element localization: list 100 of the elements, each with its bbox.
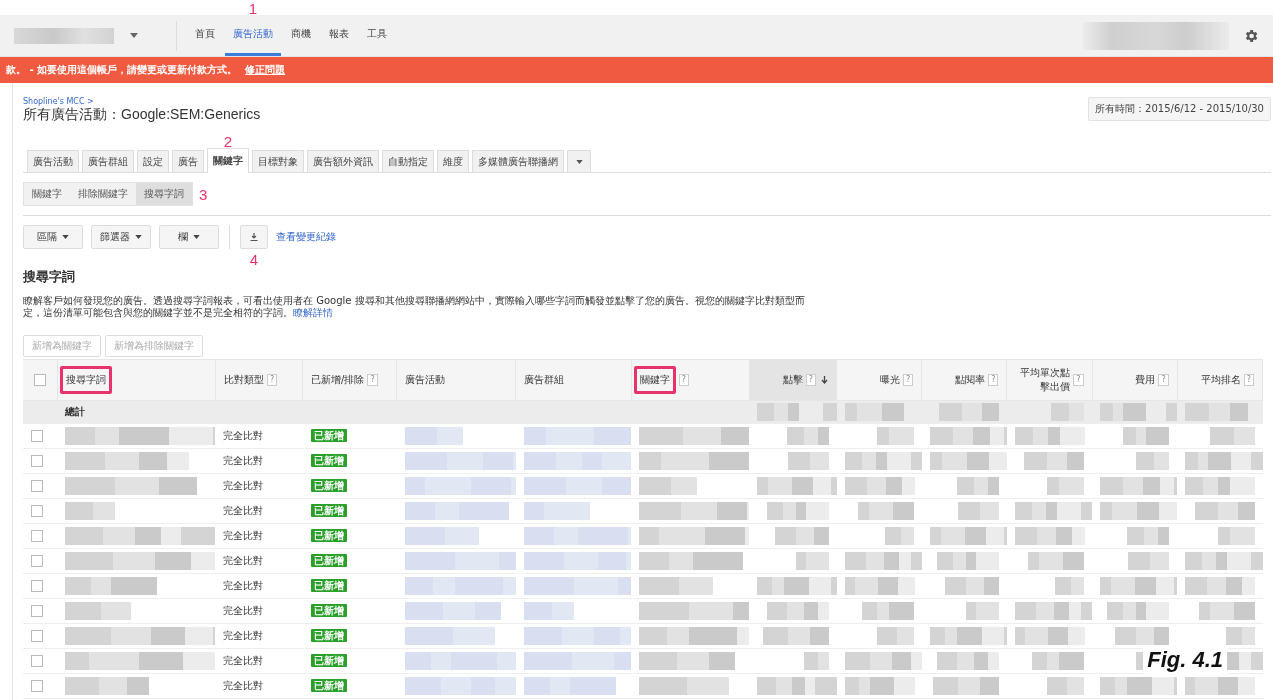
help-icon[interactable]: ? <box>266 374 278 386</box>
column-header[interactable]: 費用 <box>1135 373 1156 387</box>
blurred-text <box>1217 527 1255 545</box>
checkbox[interactable] <box>31 605 43 617</box>
blurred-text <box>1047 477 1085 495</box>
checkbox[interactable] <box>31 580 43 592</box>
sort-arrow-icon <box>821 376 829 384</box>
nav-tab[interactable]: 工具 <box>359 15 395 56</box>
help-icon[interactable]: ? <box>903 374 914 386</box>
checkbox[interactable] <box>31 480 43 492</box>
dropdown-button[interactable]: 欄 <box>159 225 219 249</box>
tab[interactable]: 目標對象 <box>252 150 304 172</box>
column-header[interactable]: 關鍵字 <box>633 366 676 394</box>
help-icon[interactable]: ? <box>805 374 817 386</box>
blurred-text <box>936 552 999 570</box>
match-type: 完全比對 <box>223 455 264 466</box>
caret-icon <box>130 33 138 38</box>
match-type: 完全比對 <box>223 680 264 691</box>
blurred-text <box>1115 627 1170 645</box>
status-badge: 已新增 <box>310 654 347 667</box>
checkbox[interactable] <box>31 505 43 517</box>
column-header[interactable]: 搜尋字詞 <box>59 366 112 394</box>
match-type: 完全比對 <box>223 430 264 441</box>
match-type: 完全比對 <box>223 505 264 516</box>
column-header[interactable]: 曝光 <box>880 373 900 387</box>
caret-icon <box>575 159 583 164</box>
download-button[interactable] <box>240 225 268 249</box>
blurred-text <box>1051 403 1085 421</box>
blurred-text <box>932 677 999 695</box>
tab[interactable]: 廣告群組 <box>82 150 134 172</box>
checkbox[interactable] <box>31 680 43 692</box>
blurred-text <box>523 602 574 620</box>
blurred-text <box>65 502 116 520</box>
match-type: 完全比對 <box>223 530 264 541</box>
figure-caption: Fig. 4.1 <box>1143 645 1227 675</box>
tab[interactable]: 維度 <box>437 150 469 172</box>
blurred-text <box>762 627 829 645</box>
blurred-text <box>1014 627 1085 645</box>
checkbox[interactable] <box>31 555 43 567</box>
blurred-text <box>1024 452 1085 470</box>
checkbox[interactable] <box>31 455 43 467</box>
nav-tab[interactable]: 首頁 <box>187 15 223 56</box>
help-icon[interactable]: ? <box>988 374 999 386</box>
learn-more-link[interactable]: 瞭解詳情 <box>293 307 333 318</box>
caret-icon <box>62 235 69 239</box>
blurred-text <box>795 552 829 570</box>
blurred-text <box>404 427 463 445</box>
checkbox[interactable] <box>31 530 43 542</box>
blurred-text <box>787 452 829 470</box>
subtab[interactable]: 搜尋字詞 <box>136 183 192 205</box>
help-icon[interactable]: ? <box>1073 374 1084 386</box>
column-header[interactable]: 點閱率 <box>955 373 986 387</box>
blurred-text <box>786 427 829 445</box>
help-icon[interactable]: ? <box>367 374 378 386</box>
match-type: 完全比對 <box>223 655 264 666</box>
column-header[interactable]: 廣告群組 <box>524 373 565 387</box>
checkbox[interactable] <box>31 430 43 442</box>
blurred-text <box>957 502 999 520</box>
blurred-text <box>1225 627 1255 645</box>
blurred-text <box>1128 552 1170 570</box>
blurred-text <box>857 502 914 520</box>
subtab[interactable]: 關鍵字 <box>24 183 70 205</box>
account-selector[interactable] <box>14 20 177 51</box>
blurred-text <box>965 602 999 620</box>
status-badge: 已新增 <box>310 629 347 642</box>
column-header[interactable]: 點擊 <box>782 373 803 387</box>
checkbox[interactable] <box>31 630 43 642</box>
more-tabs-button[interactable] <box>567 150 591 172</box>
column-header[interactable]: 平均排名 <box>1200 373 1241 387</box>
column-header[interactable]: 平均單次點擊出價 <box>1015 366 1071 394</box>
column-header[interactable]: 廣告活動 <box>405 373 446 387</box>
caret-icon <box>193 235 200 239</box>
tab[interactable]: 廣告活動 <box>27 150 79 172</box>
column-header[interactable]: 比對類型 <box>223 373 264 387</box>
tab[interactable]: 關鍵字 <box>207 148 249 173</box>
date-range-button[interactable]: 所有時間：2015/6/12 - 2015/10/30 <box>1088 97 1271 121</box>
tab[interactable]: 廣告 <box>172 150 204 172</box>
blurred-text <box>1014 427 1085 445</box>
subtab[interactable]: 排除關鍵字 <box>70 183 136 205</box>
change-history-link[interactable]: 查看變更紀錄 <box>276 230 336 244</box>
help-icon[interactable]: ? <box>1243 374 1254 386</box>
dropdown-button[interactable]: 篩選器 <box>91 225 151 249</box>
settings-icon[interactable] <box>1243 27 1259 44</box>
tab[interactable]: 自動指定 <box>382 150 434 172</box>
blurred-text <box>766 602 829 620</box>
column-header[interactable]: 已新增/排除 <box>311 373 365 387</box>
dropdown-button[interactable]: 區隔 <box>23 225 83 249</box>
help-icon[interactable]: ? <box>1158 374 1169 386</box>
checkbox[interactable] <box>31 655 43 667</box>
status-badge: 已新增 <box>310 679 347 692</box>
tab[interactable]: 設定 <box>137 150 169 172</box>
nav-tab[interactable]: 報表 <box>321 15 357 56</box>
nav-tab[interactable]: 商機 <box>283 15 319 56</box>
tab[interactable]: 廣告額外資訊 <box>307 150 379 172</box>
checkbox[interactable] <box>33 374 46 386</box>
tab[interactable]: 多媒體廣告聯播網 <box>472 150 564 172</box>
blurred-text <box>956 477 999 495</box>
help-icon[interactable]: ? <box>678 374 689 386</box>
breadcrumb-link[interactable]: Shopline's MCC > <box>23 97 261 106</box>
match-type: 完全比對 <box>223 605 264 616</box>
